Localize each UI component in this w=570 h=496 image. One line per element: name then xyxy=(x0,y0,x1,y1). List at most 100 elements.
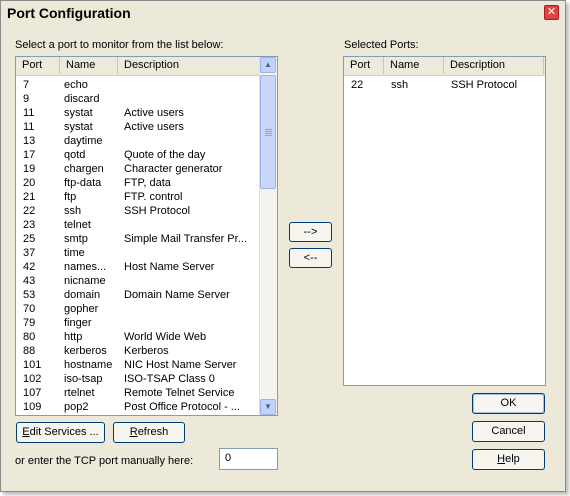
selected-rows: 22 ssh SSH Protocol xyxy=(344,78,545,92)
list-item[interactable]: 20 ftp-data FTP, data xyxy=(16,176,277,190)
name-cell: http xyxy=(64,331,83,343)
name-cell: ftp xyxy=(64,191,77,203)
refresh-accel: R xyxy=(129,426,138,438)
port-cell: 9 xyxy=(23,93,30,105)
selected-column-header-description[interactable]: Description xyxy=(444,57,544,74)
column-header-description[interactable]: Description xyxy=(118,57,258,74)
description-cell: FTP, data xyxy=(124,177,171,189)
port-cell: 22 xyxy=(23,205,36,217)
port-cell: 102 xyxy=(23,373,42,385)
port-cell: 13 xyxy=(23,135,36,147)
name-cell: qotd xyxy=(64,149,86,161)
cancel-button[interactable]: Cancel xyxy=(472,421,545,442)
available-ports-label: Select a port to monitor from the list b… xyxy=(15,39,224,51)
port-cell: 37 xyxy=(23,247,36,259)
list-item[interactable]: 9 discard xyxy=(16,92,277,106)
port-cell: 79 xyxy=(23,317,36,329)
column-header-port[interactable]: Port xyxy=(16,57,60,74)
name-cell: gopher xyxy=(64,303,99,315)
name-cell: systat xyxy=(64,121,93,133)
list-item[interactable]: 79 finger xyxy=(16,316,277,330)
list-item[interactable]: 53 domain Domain Name Server xyxy=(16,288,277,302)
add-port-button[interactable]: --> xyxy=(289,222,332,242)
list-item[interactable]: 13 daytime xyxy=(16,134,277,148)
list-item[interactable]: 101 hostname NIC Host Name Server xyxy=(16,358,277,372)
description-cell: Remote Telnet Service xyxy=(124,387,235,399)
description-cell: Host Name Server xyxy=(124,261,215,273)
list-item[interactable]: 11 systat Active users xyxy=(16,106,277,120)
name-cell: domain xyxy=(64,289,101,301)
scroll-down-icon[interactable]: ▼ xyxy=(260,399,276,415)
vertical-scrollbar[interactable]: ▲ ▼ xyxy=(259,57,277,415)
list-item[interactable]: 17 qotd Quote of the day xyxy=(16,148,277,162)
port-cell: 17 xyxy=(23,149,36,161)
list-item[interactable]: 21 ftp FTP. control xyxy=(16,190,277,204)
port-cell: 7 xyxy=(23,79,30,91)
selected-ports-list[interactable]: Port Name Description 22 ssh SSH Protocol xyxy=(343,56,546,386)
port-cell: 109 xyxy=(23,401,42,413)
port-cell: 107 xyxy=(23,387,42,399)
help-accel: H xyxy=(497,453,506,465)
description-cell: Simple Mail Transfer Pr... xyxy=(124,233,247,245)
help-label: elp xyxy=(505,453,520,465)
scroll-thumb[interactable] xyxy=(260,75,276,189)
scroll-up-icon[interactable]: ▲ xyxy=(260,57,276,73)
list-item[interactable]: 107 rtelnet Remote Telnet Service xyxy=(16,386,277,400)
ok-button[interactable]: OK xyxy=(472,393,545,414)
name-cell: nicname xyxy=(64,275,106,287)
list-item[interactable]: 22 ssh SSH Protocol xyxy=(344,78,545,92)
list-item[interactable]: 25 smtp Simple Mail Transfer Pr... xyxy=(16,232,277,246)
selected-list-header: Port Name Description xyxy=(344,57,545,76)
list-item[interactable]: 43 nicname xyxy=(16,274,277,288)
port-cell: 11 xyxy=(23,107,35,119)
name-cell: ftp-data xyxy=(64,177,102,189)
edit-services-button[interactable]: Edit Services ... xyxy=(16,422,105,443)
title-bar: Port Configuration ✕ xyxy=(1,1,565,25)
column-header-name[interactable]: Name xyxy=(60,57,118,74)
list-item[interactable]: 109 pop2 Post Office Protocol - ... xyxy=(16,400,277,414)
name-cell: chargen xyxy=(64,163,104,175)
name-cell: hostname xyxy=(64,359,113,371)
name-cell: time xyxy=(64,247,85,259)
list-item[interactable]: 102 iso-tsap ISO-TSAP Class 0 xyxy=(16,372,277,386)
list-item[interactable]: 7 echo xyxy=(16,78,277,92)
name-cell: pop2 xyxy=(64,401,89,413)
description-cell: SSH Protocol xyxy=(451,79,518,91)
description-cell: SSH Protocol xyxy=(124,205,191,217)
available-ports-list[interactable]: Port Name Description 7 echo 9 discard 11 sys… xyxy=(15,56,278,416)
list-item[interactable]: 19 chargen Character generator xyxy=(16,162,277,176)
list-item[interactable]: 80 http World Wide Web xyxy=(16,330,277,344)
list-item[interactable]: 42 names... Host Name Server xyxy=(16,260,277,274)
description-cell: Post Office Protocol - ... xyxy=(124,401,240,413)
refresh-button[interactable]: Refresh xyxy=(113,422,185,443)
available-rows: 7 echo 9 discard 11 systat Active users 11 systa… xyxy=(16,78,277,414)
list-item[interactable]: 70 gopher xyxy=(16,302,277,316)
port-cell: 11 xyxy=(23,121,35,133)
help-button[interactable]: Help xyxy=(472,449,545,470)
list-item[interactable]: 88 kerberos Kerberos xyxy=(16,344,277,358)
name-cell: finger xyxy=(64,317,92,329)
list-item[interactable]: 11 systat Active users xyxy=(16,120,277,134)
list-item[interactable]: 23 telnet xyxy=(16,218,277,232)
name-cell: smtp xyxy=(64,233,88,245)
port-cell: 25 xyxy=(23,233,36,245)
remove-port-button[interactable]: <-- xyxy=(289,248,332,268)
name-cell: daytime xyxy=(64,135,103,147)
port-cell: 23 xyxy=(23,219,36,231)
port-cell: 42 xyxy=(23,261,36,273)
description-cell: Active users xyxy=(124,121,184,133)
manual-port-input[interactable]: 0 xyxy=(219,448,278,470)
close-icon[interactable]: ✕ xyxy=(544,5,559,20)
name-cell: names... xyxy=(64,261,107,273)
selected-ports-label: Selected Ports: xyxy=(344,39,419,51)
description-cell: ISO-TSAP Class 0 xyxy=(124,373,215,385)
list-item[interactable]: 37 time xyxy=(16,246,277,260)
selected-column-header-name[interactable]: Name xyxy=(384,57,444,74)
available-list-header: Port Name Description xyxy=(16,57,260,76)
list-item[interactable]: 22 ssh SSH Protocol xyxy=(16,204,277,218)
name-cell: telnet xyxy=(64,219,91,231)
description-cell: Quote of the day xyxy=(124,149,206,161)
port-cell: 70 xyxy=(23,303,36,315)
selected-column-header-port[interactable]: Port xyxy=(344,57,384,74)
port-cell: 21 xyxy=(23,191,36,203)
